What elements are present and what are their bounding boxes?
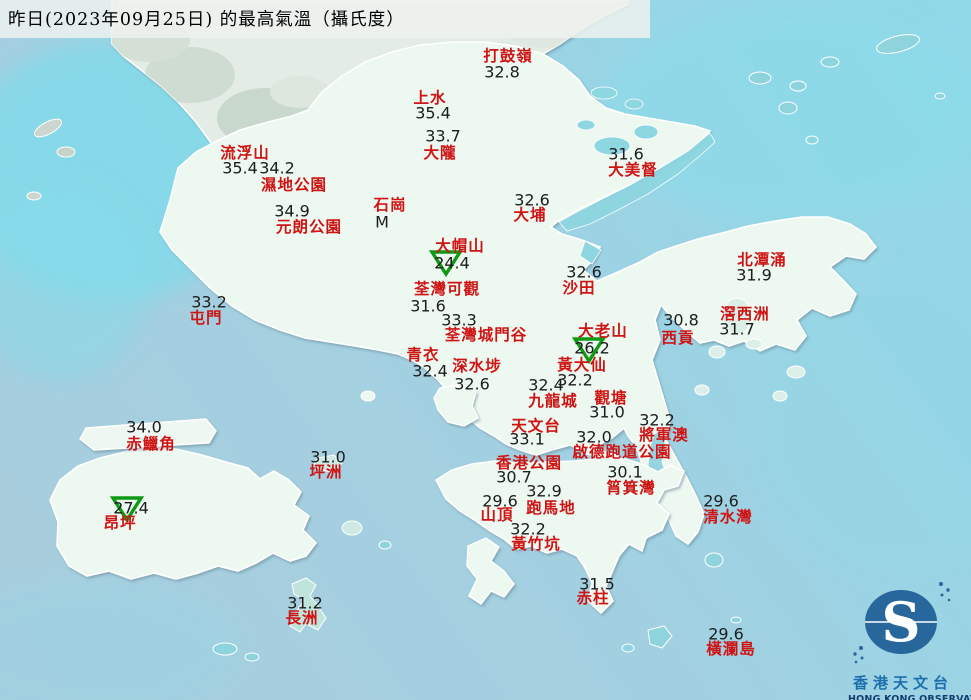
station-labels-layer: 打鼓嶺 32.8 上水 35.4 大隴 33.7 流浮山 35.4 濕地公園 34.2 元朗公園 34… <box>0 0 971 700</box>
station-temperature-value: 32.4 <box>412 361 448 381</box>
map-title: 昨日(2023年09月25日) 的最高氣溫（攝氏度） <box>8 10 405 30</box>
station-temperature-value: 31.0 <box>589 402 625 422</box>
max-temperature-map-page: 打鼓嶺 32.8 上水 35.4 大隴 33.7 流浮山 35.4 濕地公園 34.2 元朗公園 34… <box>0 0 971 700</box>
hko-logo-emblem: S <box>853 582 951 664</box>
station-temperature-value: 31.6 <box>608 144 644 164</box>
station-temperature-value: 32.2 <box>639 410 675 430</box>
hko-logo-english-name: HONG KONG OBSERVATORY <box>848 694 971 700</box>
station-temperature-value: 33.2 <box>191 292 227 312</box>
station-temperature-value: 31.9 <box>736 265 772 285</box>
station-temperature-value: 32.8 <box>484 62 520 82</box>
svg-text:S: S <box>882 590 921 654</box>
station-temperature-value: 27.4 <box>113 498 149 518</box>
station-temperature-value: 32.9 <box>526 481 562 501</box>
station-temperature-value: 35.4 <box>415 103 451 123</box>
hko-logo: S 香港天文台 HONG KONG OBSERVATORY <box>848 570 971 700</box>
station-temperature-value: 32.4 <box>528 375 564 395</box>
station-temperature-value: 33.7 <box>425 126 461 146</box>
station-name-label: 深水埗 <box>452 356 502 375</box>
station-temperature-value: 29.6 <box>482 491 518 511</box>
station-temperature-value: 24.4 <box>434 253 470 273</box>
station-temperature-value: 31.2 <box>287 593 323 613</box>
hko-logo-chinese-name: 香港天文台 <box>852 674 953 692</box>
station-temperature-value: 33.3 <box>441 310 477 330</box>
station-temperature-value: 34.2 <box>259 158 295 178</box>
station-temperature-value: 29.6 <box>708 624 744 644</box>
station-temperature-value: 32.6 <box>514 190 550 210</box>
station-temperature-value: 34.9 <box>274 201 310 221</box>
station-temperature-value: 30.1 <box>607 462 643 482</box>
station-temperature-value: M <box>375 212 389 232</box>
station-temperature-value: 32.0 <box>576 427 612 447</box>
station-temperature-value: 32.2 <box>510 519 546 539</box>
station-temperature-value: 31.0 <box>310 447 346 467</box>
station-temperature-value: 32.6 <box>454 374 490 394</box>
station-temperature-value: 31.7 <box>719 319 755 339</box>
station-temperature-value: 30.8 <box>663 310 699 330</box>
station-temperature-value: 35.4 <box>222 158 258 178</box>
station-temperature-value: 31.5 <box>579 574 615 594</box>
station-temperature-value: 33.1 <box>509 429 545 449</box>
station-temperature-value: 29.6 <box>703 491 739 511</box>
station-temperature-value: 34.0 <box>126 417 162 437</box>
station-temperature-value: 32.6 <box>566 262 602 282</box>
